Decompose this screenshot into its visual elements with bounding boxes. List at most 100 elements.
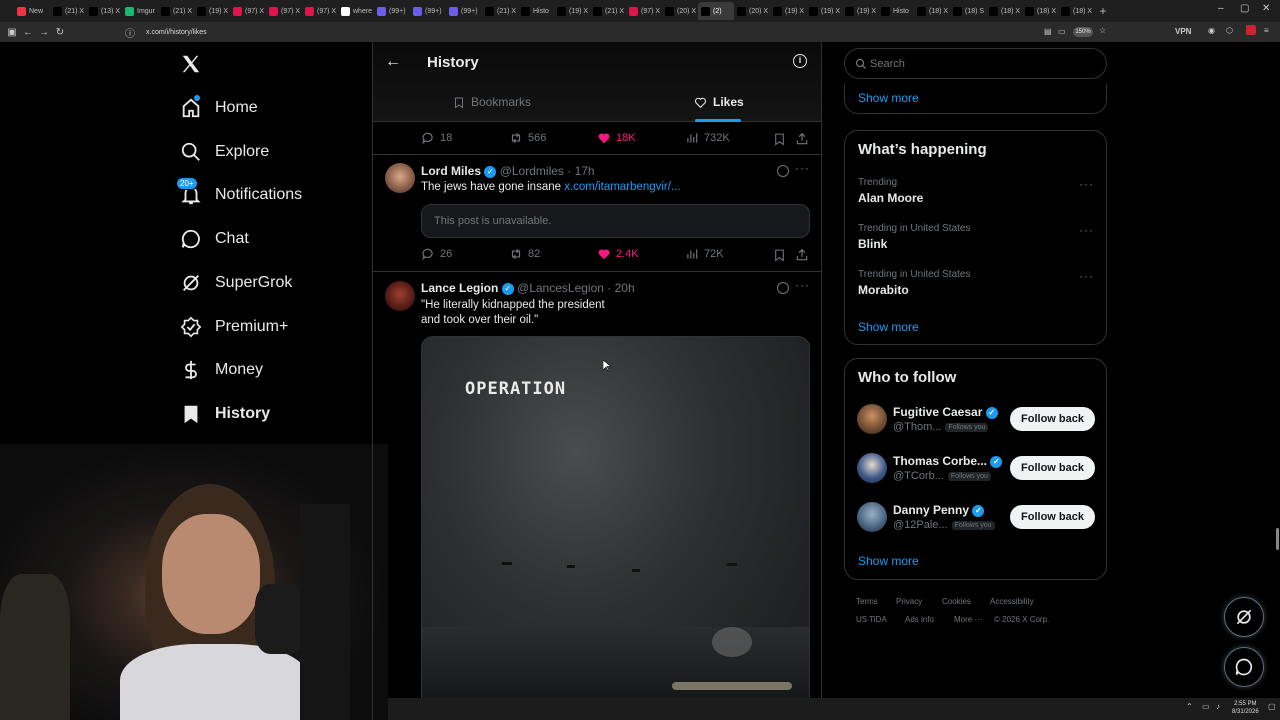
footer-ads-link[interactable]: US TiDA: [856, 615, 887, 624]
views-button[interactable]: 72K: [685, 247, 724, 261]
author-name[interactable]: Lance Legion: [421, 281, 498, 295]
show-more-link[interactable]: Show more: [858, 320, 919, 334]
browser-tab[interactable]: (99+): [446, 2, 482, 20]
more-options-icon[interactable]: ···: [795, 161, 810, 175]
browser-tab[interactable]: (99+): [410, 2, 446, 20]
nav-notifications[interactable]: 20+ Notifications: [176, 177, 302, 210]
reply-button[interactable]: 26: [421, 247, 452, 261]
browser-tab[interactable]: New: [14, 2, 50, 20]
forward-icon[interactable]: →: [36, 27, 52, 38]
browser-tab[interactable]: Histo: [878, 2, 914, 20]
profile-icon[interactable]: ◉: [1208, 26, 1215, 35]
extensions-icon[interactable]: ⬡: [1226, 26, 1233, 35]
post-link[interactable]: x.com/itamarbengvir/...: [564, 181, 680, 193]
browser-tab[interactable]: (2): [698, 2, 734, 20]
browser-tab[interactable]: (21) X: [590, 2, 626, 20]
nav-explore[interactable]: Explore: [180, 137, 269, 167]
page-scrollbar[interactable]: [1276, 528, 1279, 550]
zoom-level[interactable]: 150%: [1073, 27, 1093, 37]
browser-tab[interactable]: (21) X: [158, 2, 194, 20]
browser-tab[interactable]: (20) X: [734, 2, 770, 20]
follow-suggestion[interactable]: Fugitive Caesar ✓ @Thom... Follows you Fo…: [845, 403, 1106, 437]
browser-tab[interactable]: (97) X: [626, 2, 662, 20]
footer-more-link[interactable]: More ···: [954, 615, 982, 624]
trend-item[interactable]: Trending in United States Morabito ···: [845, 268, 1106, 308]
bookmark-star-icon[interactable]: ☆: [1099, 26, 1106, 35]
browser-tab[interactable]: Imgur: [122, 2, 158, 20]
minimize-icon[interactable]: –: [1218, 3, 1224, 14]
browser-tab[interactable]: (97) X: [230, 2, 266, 20]
more-options-icon[interactable]: ···: [795, 278, 810, 292]
author-handle[interactable]: @LancesLegion: [517, 281, 604, 295]
footer-cookies-link[interactable]: Cookies: [942, 597, 971, 606]
back-icon[interactable]: ←: [20, 27, 36, 38]
browser-tab[interactable]: (19) X: [806, 2, 842, 20]
network-icon[interactable]: ▭: [1202, 702, 1210, 711]
grok-post-icon[interactable]: [777, 282, 789, 294]
reply-button[interactable]: 18: [421, 131, 452, 145]
avatar[interactable]: [857, 502, 887, 532]
more-options-icon[interactable]: ···: [1079, 269, 1094, 283]
tray-chevron-icon[interactable]: ⌃: [1186, 702, 1193, 711]
maximize-icon[interactable]: ▢: [1240, 3, 1249, 14]
browser-tab[interactable]: (19) X: [770, 2, 806, 20]
author-handle[interactable]: @Lordmiles: [500, 164, 564, 178]
browser-tab[interactable]: (13) X: [86, 2, 122, 20]
post-lord-miles[interactable]: Lord Miles ✓ @Lordmiles · 17h ··· The je…: [373, 155, 821, 272]
nav-chat[interactable]: Chat: [180, 224, 249, 254]
browser-tab[interactable]: (18) X: [986, 2, 1022, 20]
post-lance-legion[interactable]: Lance Legion ✓ @LancesLegion · 20h ··· "…: [373, 272, 821, 720]
footer-accessibility-link[interactable]: Accessibility: [990, 597, 1034, 606]
x-logo-icon[interactable]: [180, 53, 202, 80]
reader-icon[interactable]: ▤: [1044, 27, 1052, 36]
search-box[interactable]: Search: [844, 48, 1107, 79]
follow-back-button[interactable]: Follow back: [1010, 456, 1095, 480]
views-button[interactable]: 732K: [685, 131, 730, 145]
author-name[interactable]: Lord Miles: [421, 164, 481, 178]
browser-tab[interactable]: (99+): [374, 2, 410, 20]
post-video[interactable]: OPERATION: [421, 336, 810, 720]
tab-likes[interactable]: Likes: [694, 95, 744, 109]
follow-suggestion[interactable]: Thomas Corbe... ✓ @TCorb... Follows you F…: [845, 452, 1106, 486]
follow-suggestion[interactable]: Danny Penny ✓ @12Pale... Follows you Foll…: [845, 501, 1106, 535]
nav-home[interactable]: Home: [180, 93, 258, 123]
browser-tab[interactable]: (18) X: [914, 2, 950, 20]
follow-back-button[interactable]: Follow back: [1010, 407, 1095, 431]
show-more-link[interactable]: Show more: [858, 554, 919, 568]
follow-back-button[interactable]: Follow back: [1010, 505, 1095, 529]
trend-item[interactable]: Trending in United States Blink ···: [845, 222, 1106, 262]
share-icon[interactable]: [795, 248, 809, 262]
post-time[interactable]: · 20h: [607, 281, 634, 295]
extension-badge-icon[interactable]: [1246, 25, 1256, 35]
browser-tab[interactable]: (18) X: [1022, 2, 1058, 20]
messages-fab-button[interactable]: [1224, 647, 1264, 687]
avatar[interactable]: [385, 281, 415, 311]
browser-tab[interactable]: where: [338, 2, 374, 20]
info-icon[interactable]: i: [793, 54, 807, 68]
browser-tab[interactable]: (97) X: [302, 2, 338, 20]
back-arrow-icon[interactable]: ←: [385, 53, 401, 71]
browser-tab[interactable]: (97) X: [266, 2, 302, 20]
browser-tab[interactable]: (18) X: [1058, 2, 1094, 20]
new-tab-icon[interactable]: +: [1094, 4, 1112, 18]
avatar[interactable]: [857, 404, 887, 434]
footer-terms-link[interactable]: Terms: [856, 597, 878, 606]
show-more-link[interactable]: Show more: [858, 91, 919, 105]
browser-tab[interactable]: Histo: [518, 2, 554, 20]
nav-premium[interactable]: Premium+: [180, 312, 288, 342]
vpn-button[interactable]: VPN: [1175, 27, 1191, 36]
browser-tab[interactable]: (19) X: [554, 2, 590, 20]
browser-tab[interactable]: (18) S: [950, 2, 986, 20]
site-info-icon[interactable]: ⓘ: [122, 25, 138, 40]
reload-icon[interactable]: ↻: [52, 27, 68, 38]
footer-privacy-link[interactable]: Privacy: [896, 597, 922, 606]
avatar[interactable]: [385, 163, 415, 193]
bookmark-icon[interactable]: [773, 248, 786, 262]
like-button[interactable]: 18K: [597, 131, 636, 145]
close-window-icon[interactable]: ✕: [1262, 3, 1270, 14]
tab-bookmarks[interactable]: Bookmarks: [453, 95, 531, 109]
more-options-icon[interactable]: ···: [1079, 223, 1094, 237]
browser-tab[interactable]: (21) X: [50, 2, 86, 20]
trend-item[interactable]: Trending Alan Moore ···: [845, 175, 1106, 215]
grok-post-icon[interactable]: [777, 165, 789, 177]
